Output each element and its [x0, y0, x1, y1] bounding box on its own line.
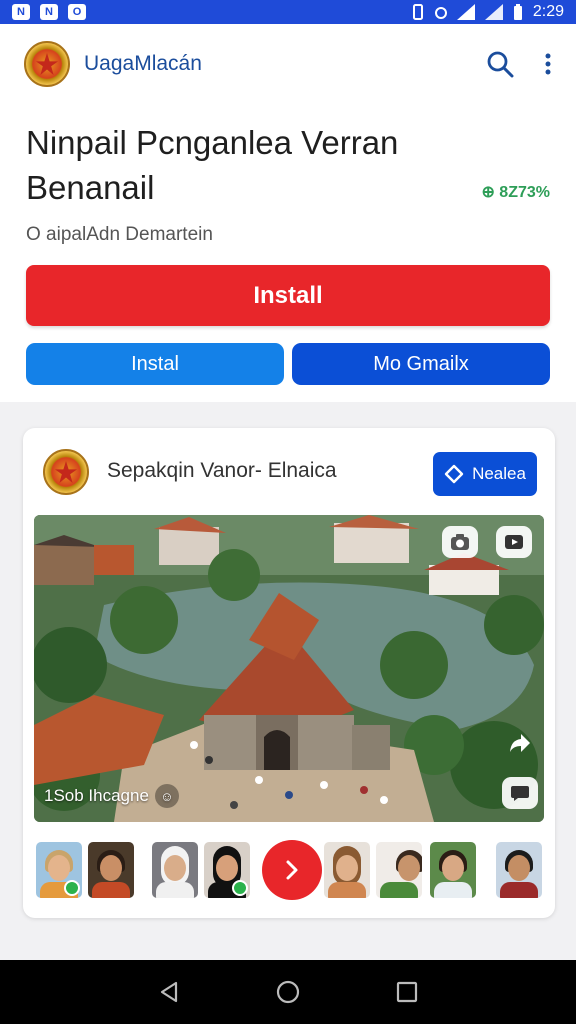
chevron-right-icon — [286, 860, 298, 880]
vibrate-icon — [412, 4, 423, 20]
emoji-icon: ☺ — [154, 784, 179, 808]
thumbnail[interactable] — [496, 842, 542, 898]
photo-caption: 1Sob Ihcagne ☺ — [44, 784, 179, 808]
card-action-label: Nealea — [472, 464, 526, 483]
temple-scene — [34, 515, 544, 822]
feature-card: Sepakqin Vanor- Elnaica Nealea 1Sob Ihca… — [23, 428, 555, 918]
notification-icon: O — [68, 4, 86, 20]
notification-icon: N — [40, 4, 58, 20]
home-icon[interactable] — [275, 979, 301, 1005]
app-title: Ninpail Pcnganlea Verran Benanail — [26, 124, 399, 206]
notification-icons: N N O — [12, 4, 86, 20]
signal-icon — [456, 4, 475, 20]
thumbnail[interactable] — [36, 842, 82, 898]
battery-icon — [513, 4, 522, 20]
thumbnail[interactable] — [324, 842, 370, 898]
camera-icon[interactable] — [442, 526, 478, 558]
next-button[interactable] — [262, 840, 322, 900]
search-icon[interactable] — [486, 50, 514, 78]
thumbnail-strip — [36, 840, 542, 902]
tag-icon — [444, 464, 464, 484]
system-nav-bar — [0, 960, 576, 1024]
instal-button[interactable]: Instal — [26, 343, 284, 385]
wifi-icon — [484, 4, 503, 20]
card-title: Sepakqin Vanor- Elnaica — [107, 459, 337, 482]
alarm-icon — [434, 7, 447, 19]
app-bar: UagaMlacán — [0, 24, 576, 104]
thumbnail[interactable] — [152, 842, 198, 898]
card-logo — [43, 449, 89, 495]
thumbnail[interactable] — [88, 842, 134, 898]
feature-photo[interactable]: 1Sob Ihcagne ☺ — [34, 515, 544, 822]
status-time: 2:29 — [532, 3, 564, 20]
developer-name[interactable]: O aipalAdn Demartein — [26, 224, 213, 246]
app-name: UagaMlacán — [84, 52, 202, 75]
app-logo — [24, 41, 70, 87]
more-button[interactable]: Mo Gmailx — [292, 343, 550, 385]
status-badge — [64, 880, 80, 896]
chat-icon[interactable] — [502, 777, 538, 809]
card-action-button[interactable]: Nealea — [433, 452, 537, 496]
app-header: Ninpail Pcnganlea Verran Benanail ⊕ 8Z73… — [0, 104, 576, 402]
video-icon[interactable] — [496, 526, 532, 558]
recents-icon[interactable] — [396, 981, 418, 1003]
more-vert-icon[interactable] — [544, 53, 552, 75]
photo-caption-text: 1Sob Ihcagne — [44, 786, 149, 805]
thumbnail[interactable] — [204, 842, 250, 898]
status-badge — [232, 880, 248, 896]
share-icon[interactable] — [502, 727, 538, 759]
status-bar: N N O 2:29 — [0, 0, 576, 24]
install-button[interactable]: Install — [26, 265, 550, 326]
thumbnail[interactable] — [376, 842, 422, 898]
notification-icon: N — [12, 4, 30, 20]
thumbnail[interactable] — [430, 842, 476, 898]
app-size: ⊕ 8Z73% — [481, 184, 550, 201]
back-icon[interactable] — [158, 980, 180, 1004]
